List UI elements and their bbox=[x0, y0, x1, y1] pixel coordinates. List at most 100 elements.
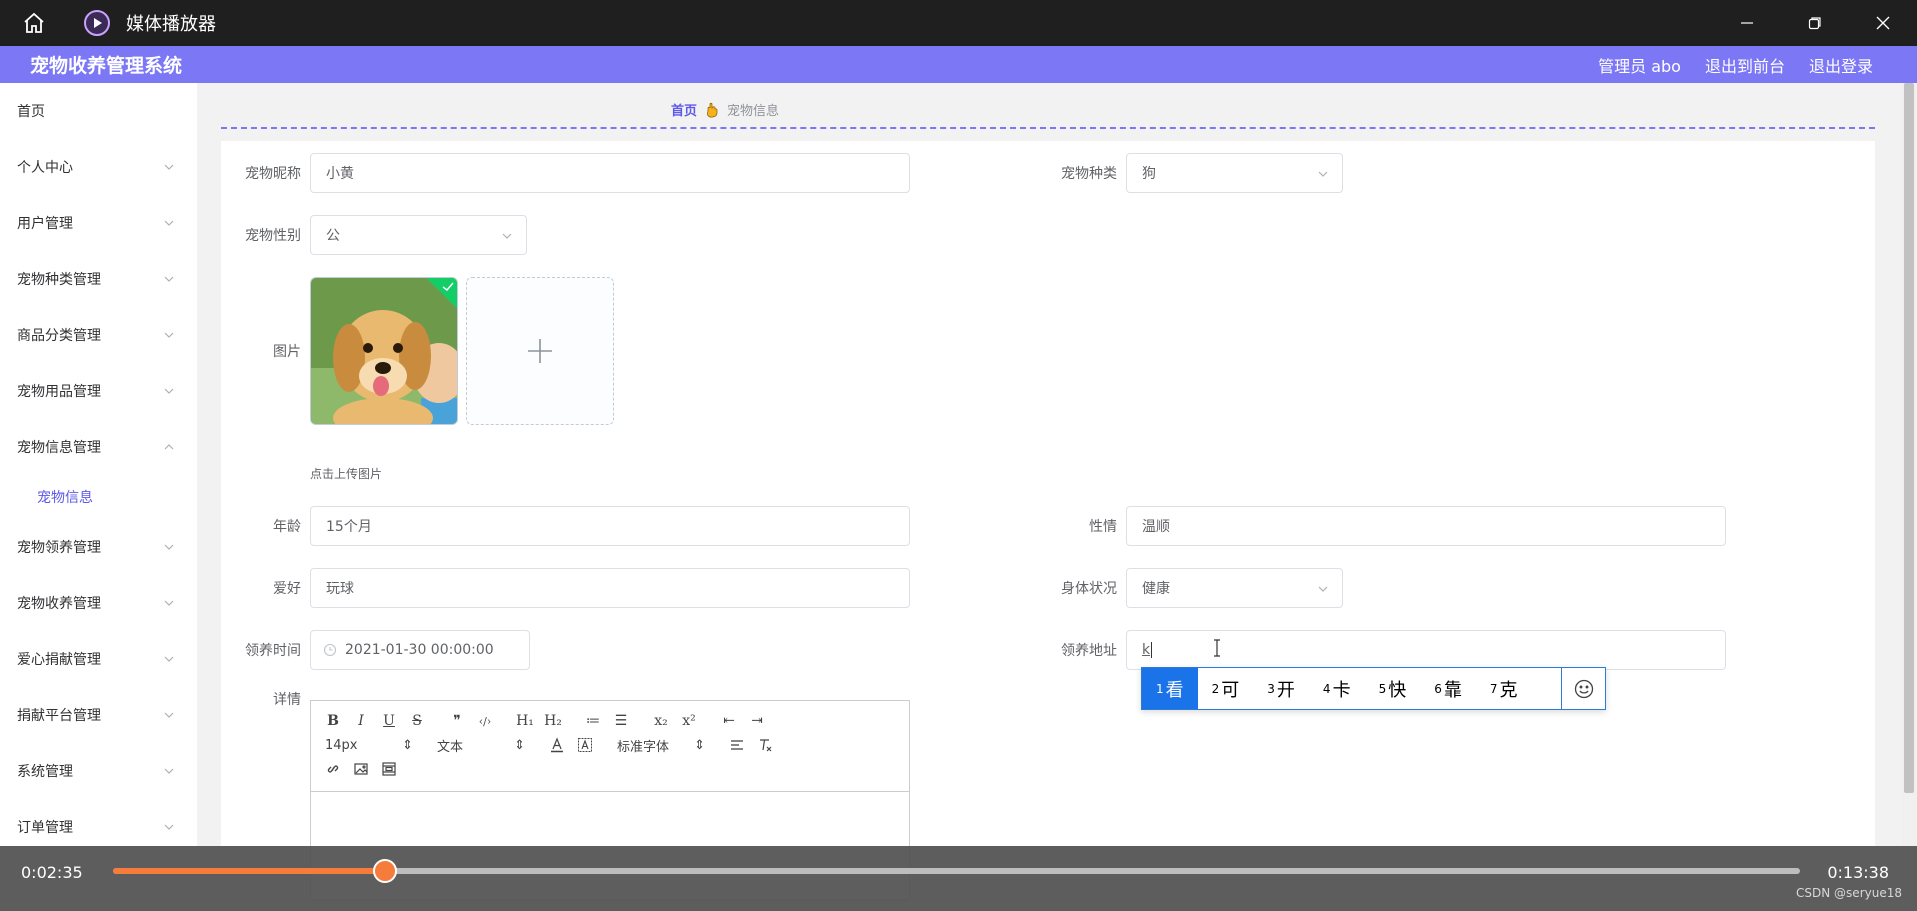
scrollbar-thumb[interactable] bbox=[1904, 83, 1914, 793]
nickname-label: 宠物昵称 bbox=[245, 166, 301, 182]
sidebar-item-donation[interactable]: 爱心捐献管理 bbox=[0, 631, 197, 687]
select-arrows-icon: ⇕ bbox=[694, 737, 705, 753]
age-value: 15个月 bbox=[326, 519, 372, 535]
ime-candidate-num: 1 bbox=[1156, 681, 1164, 696]
ime-candidate-num: 4 bbox=[1322, 681, 1331, 696]
font-color-button[interactable] bbox=[545, 733, 569, 757]
font-family-value: 标准字体 bbox=[617, 739, 670, 755]
underline-button[interactable]: U bbox=[377, 709, 401, 733]
window-controls bbox=[1713, 0, 1917, 46]
sidebar-item-goods-category[interactable]: 商品分类管理 bbox=[0, 307, 197, 363]
restore-button[interactable] bbox=[1781, 0, 1849, 46]
ime-candidate[interactable]: 4卡 bbox=[1309, 668, 1365, 709]
sidebar: 首页 个人中心 用户管理 宠物种类管理 商品分类管理 宠物用品管理 宠物信息管理… bbox=[0, 83, 197, 846]
ime-candidate[interactable]: 1看 bbox=[1142, 668, 1198, 709]
progress-slider[interactable] bbox=[113, 859, 1800, 883]
sidebar-item-pet-species[interactable]: 宠物种类管理 bbox=[0, 251, 197, 307]
ime-candidate-text: 快 bbox=[1388, 679, 1407, 701]
sidebar-item-pet-supplies[interactable]: 宠物用品管理 bbox=[0, 363, 197, 419]
strike-button[interactable]: S bbox=[405, 709, 429, 733]
nickname-input[interactable]: 小黄 bbox=[310, 153, 910, 193]
sidebar-item-donation-platform[interactable]: 捐献平台管理 bbox=[0, 687, 197, 743]
sidebar-item-pet-adoption[interactable]: 宠物领养管理 bbox=[0, 519, 197, 575]
sidebar-item-label: 捐献平台管理 bbox=[17, 708, 101, 724]
sidebar-item-system[interactable]: 系统管理 bbox=[0, 743, 197, 799]
sidebar-item-label: 宠物信息管理 bbox=[17, 440, 101, 456]
ime-candidate-bar: 1看 2可 3开 4卡 5快 6靠 7克 bbox=[1141, 667, 1606, 710]
background-color-button[interactable] bbox=[573, 733, 597, 757]
align-button[interactable] bbox=[725, 733, 749, 757]
sidebar-item-pet-info[interactable]: 宠物信息管理 bbox=[0, 419, 197, 475]
close-button[interactable] bbox=[1849, 0, 1917, 46]
code-block-button[interactable]: ‹/› bbox=[473, 709, 497, 733]
subscript-button[interactable]: x₂ bbox=[649, 709, 673, 733]
species-label: 宠物种类 bbox=[1061, 166, 1117, 182]
font-size-select[interactable]: 14px ⇕ bbox=[321, 733, 417, 757]
superscript-button[interactable]: x² bbox=[677, 709, 701, 733]
app-header: 宠物收养管理系统 管理员 abo 退出到前台 退出登录 bbox=[0, 46, 1917, 83]
chevron-down-icon bbox=[1318, 586, 1328, 592]
adopt-address-label: 领养地址 bbox=[1061, 643, 1117, 659]
breadcrumb-current: 宠物信息 bbox=[727, 104, 780, 119]
chevron-down-icon bbox=[164, 220, 174, 226]
clear-format-icon bbox=[760, 739, 772, 752]
species-select[interactable]: 狗 bbox=[1126, 153, 1343, 193]
text-style-select[interactable]: 文本 ⇕ bbox=[433, 733, 529, 757]
italic-button[interactable]: I bbox=[349, 709, 373, 733]
ime-candidate[interactable]: 2可 bbox=[1198, 668, 1254, 709]
media-player-app-icon bbox=[84, 10, 110, 36]
adopt-time-picker[interactable]: 2021-01-30 00:00:00 bbox=[310, 630, 530, 670]
header1-button[interactable]: H₁ bbox=[513, 709, 537, 733]
home-button[interactable] bbox=[12, 0, 56, 46]
ime-emoji-button[interactable] bbox=[1561, 668, 1605, 709]
minimize-icon bbox=[1741, 22, 1753, 24]
outdent-button[interactable]: ⇤ bbox=[717, 709, 741, 733]
to-front-link[interactable]: 退出到前台 bbox=[1705, 53, 1785, 77]
indent-button[interactable]: ⇥ bbox=[745, 709, 769, 733]
ime-candidate-text: 开 bbox=[1276, 679, 1295, 701]
smiley-icon bbox=[1574, 679, 1593, 698]
clear-format-button[interactable] bbox=[753, 733, 777, 757]
ime-candidate[interactable]: 5快 bbox=[1365, 668, 1421, 709]
app-title: 宠物收养管理系统 bbox=[30, 55, 183, 77]
ime-candidate[interactable]: 6靠 bbox=[1420, 668, 1476, 709]
image-label: 图片 bbox=[273, 344, 301, 360]
uploaded-pet-image[interactable] bbox=[310, 277, 458, 425]
video-button[interactable] bbox=[377, 757, 401, 781]
sidebar-subitem-label: 宠物信息 bbox=[37, 490, 93, 506]
ime-candidate[interactable]: 3开 bbox=[1253, 668, 1309, 709]
age-input[interactable]: 15个月 bbox=[310, 506, 910, 546]
progress-knob[interactable] bbox=[372, 859, 397, 883]
header2-button[interactable]: H₂ bbox=[541, 709, 565, 733]
temperament-input[interactable]: 温顺 bbox=[1126, 506, 1726, 546]
sidebar-item-label: 宠物领养管理 bbox=[17, 540, 101, 556]
font-family-select[interactable]: 标准字体 ⇕ bbox=[613, 733, 709, 757]
sidebar-subitem-pet-info[interactable]: 宠物信息 bbox=[0, 475, 197, 519]
blockquote-button[interactable]: ❞ bbox=[445, 709, 469, 733]
sidebar-item-profile[interactable]: 个人中心 bbox=[0, 139, 197, 195]
health-select[interactable]: 健康 bbox=[1126, 568, 1343, 608]
page-scrollbar[interactable] bbox=[1901, 83, 1917, 846]
sidebar-item-home[interactable]: 首页 bbox=[0, 83, 197, 139]
toolbar-row-insert bbox=[321, 757, 899, 781]
ime-candidate[interactable]: 7克 bbox=[1476, 668, 1532, 709]
hobby-input[interactable]: 玩球 bbox=[310, 568, 910, 608]
ordered-list-button[interactable]: ≔ bbox=[581, 709, 605, 733]
link-button[interactable] bbox=[321, 757, 345, 781]
check-icon bbox=[442, 282, 454, 292]
breadcrumb-home[interactable]: 首页 bbox=[671, 100, 697, 119]
image-button[interactable] bbox=[349, 757, 373, 781]
bullet-list-button[interactable]: ☰ bbox=[609, 709, 633, 733]
sidebar-item-users[interactable]: 用户管理 bbox=[0, 195, 197, 251]
bold-button[interactable]: B bbox=[321, 709, 345, 733]
chevron-down-icon bbox=[164, 332, 174, 338]
sidebar-item-pet-fostering[interactable]: 宠物收养管理 bbox=[0, 575, 197, 631]
age-label: 年龄 bbox=[273, 519, 301, 535]
upload-add-button[interactable] bbox=[466, 277, 614, 425]
logout-link[interactable]: 退出登录 bbox=[1809, 53, 1873, 77]
temperament-label: 性情 bbox=[1089, 519, 1117, 535]
minimize-button[interactable] bbox=[1713, 0, 1781, 46]
gender-select[interactable]: 公 bbox=[310, 215, 527, 255]
chevron-down-icon bbox=[164, 768, 174, 774]
sidebar-item-orders[interactable]: 订单管理 bbox=[0, 799, 197, 846]
